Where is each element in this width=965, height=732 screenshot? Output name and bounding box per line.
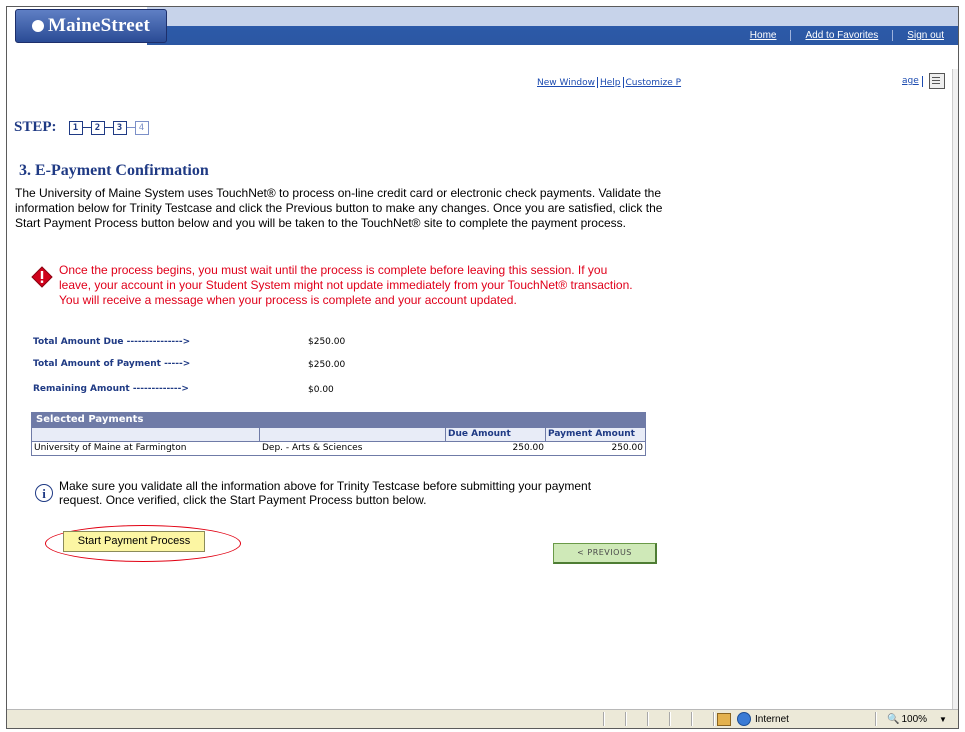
status-cell [875,712,877,726]
institution-cell: University of Maine at Farmington [34,443,187,453]
grid-header-row: Due Amount Payment Amount [32,427,645,441]
home-link[interactable]: Home [736,30,791,41]
utility-links-right: age [902,73,945,89]
step-1: 1 [68,120,83,135]
step-label: STEP: [14,119,57,135]
utility-links: New Window Help Customize P [537,77,681,88]
divider [921,75,923,87]
intro-text: The University of Maine System uses Touc… [15,186,663,230]
zoom-level: 100% [901,713,928,725]
zoom-icon: 🔍 [887,713,900,725]
customize-page-link-tail[interactable]: age [902,76,919,86]
page-title: 3. E-Payment Confirmation [19,162,209,179]
column-header [32,428,260,441]
remaining-amount-value: $0.00 [308,385,334,395]
sign-out-link[interactable]: Sign out [892,30,958,41]
grid-title: Selected Payments [32,413,645,427]
step-connector [82,127,91,128]
status-bar: Internet 🔍 100% ▼ [7,709,958,728]
remaining-amount-label: Remaining Amount -------------> [33,384,189,394]
status-cell [603,712,605,726]
step-connector [126,127,135,128]
total-amount-due-label: Total Amount Due ---------------> [33,337,191,347]
payment-amount-header: Payment Amount [548,429,635,439]
zoom-control[interactable]: 🔍 100% ▼ [887,711,947,727]
column-header [260,428,446,441]
start-payment-process-button[interactable]: Start Payment Process [63,531,205,552]
chevron-down-icon[interactable]: ▼ [939,715,947,724]
divider [596,77,598,88]
popup-blocker-icon[interactable] [717,712,731,726]
step-2: 2 [90,120,105,135]
step-connector [104,127,113,128]
add-to-favorites-link[interactable]: Add to Favorites [790,30,892,41]
status-cell [625,712,627,726]
new-window-link[interactable]: New Window [537,78,595,88]
step-4: 4 [134,120,149,135]
total-amount-of-payment-value: $250.00 [308,360,346,370]
due-amount-cell: 250.00 [512,443,545,453]
vertical-scrollbar[interactable] [952,69,958,709]
logo-text: MaineStreet [47,15,151,36]
http-page-icon[interactable] [928,73,945,89]
warning-text: Once the process begins, you must wait u… [59,263,633,307]
step-indicator: STEP: 1 2 3 4 [14,119,149,136]
step-3: 3 [112,120,127,135]
due-amount-header: Due Amount [446,428,546,441]
zone-label: Internet [755,713,789,725]
mainestreet-logo: MaineStreet [15,9,167,43]
total-amount-due-value: $250.00 [308,337,346,347]
status-cell [691,712,693,726]
status-cell [647,712,649,726]
customize-page-link[interactable]: Customize P [626,78,682,88]
previous-button[interactable]: < PREVIOUS [553,543,657,564]
maine-state-icon [31,20,44,32]
help-link[interactable]: Help [600,78,621,88]
security-zone: Internet [717,711,789,727]
payment-amount-cell: 250.00 [611,443,644,453]
divider [622,77,624,88]
header-bar: MaineStreet Home Add to Favorites Sign o… [7,7,958,50]
warning-icon [31,266,53,288]
total-amount-of-payment-label: Total Amount of Payment -----> [33,359,191,369]
status-cell [669,712,671,726]
table-row: University of Maine at Farmington Dep. -… [32,441,645,455]
header-links: Home Add to Favorites Sign out [736,26,958,45]
selected-payments-grid: Selected Payments Due Amount Payment Amo… [31,412,646,456]
browser-frame: MaineStreet Home Add to Favorites Sign o… [6,6,959,729]
status-cell [713,712,715,726]
info-message: i Make sure you validate all the informa… [35,479,619,507]
department-cell: Dep. - Arts & Sciences [262,443,363,453]
info-icon: i [35,484,53,502]
info-text: Make sure you validate all the informati… [59,479,592,507]
warning-message: Once the process begins, you must wait u… [31,263,639,308]
internet-zone-icon [737,712,751,726]
